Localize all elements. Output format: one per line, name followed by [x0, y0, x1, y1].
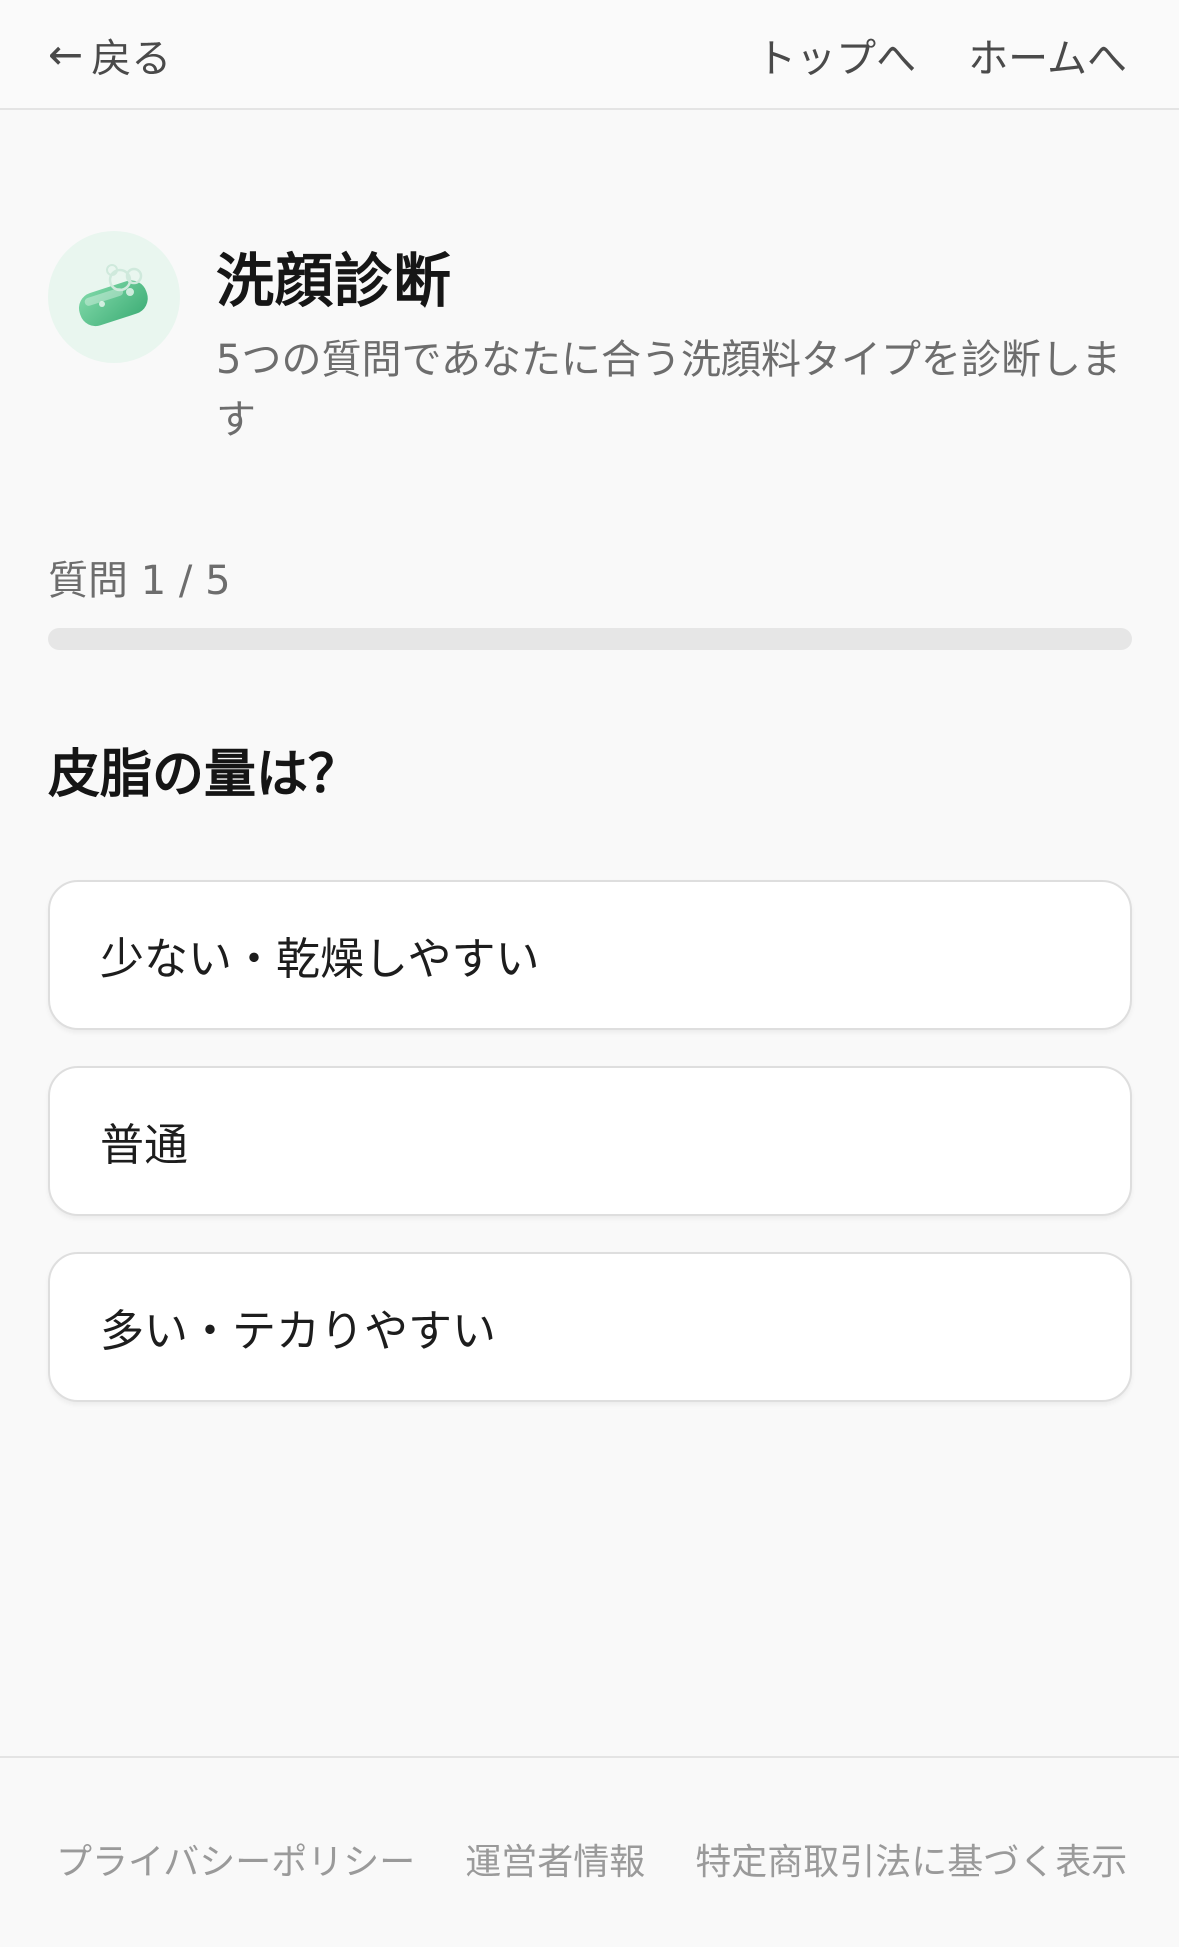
- page-title: 洗顔診断: [216, 247, 453, 315]
- answer-option-normal[interactable]: 普通: [48, 1066, 1132, 1216]
- progress-label: 質問 1 / 5: [48, 558, 231, 604]
- privacy-policy-link[interactable]: プライバシーポリシー: [56, 1833, 415, 1885]
- answer-options: 少ない・乾燥しやすい 普通 多い・テカりやすい: [48, 880, 1132, 1438]
- footer: プライバシーポリシー 運営者情報 特定商取引法に基づく表示: [0, 1756, 1179, 1947]
- page-description: 5つの質問であなたに合う洗顔料タイプを診断します: [216, 337, 1122, 443]
- top-nav-bar: ← 戻る トップへ ホームへ: [0, 0, 1179, 110]
- operator-info-link[interactable]: 運営者情報: [465, 1833, 645, 1885]
- nav-links: トップへ ホームへ: [756, 24, 1127, 86]
- commercial-law-link[interactable]: 特定商取引法に基づく表示: [695, 1833, 1127, 1885]
- progress-bar: [48, 628, 1132, 650]
- back-label: 戻る: [91, 36, 172, 82]
- home-link[interactable]: ホームへ: [968, 26, 1127, 84]
- question-text: 皮脂の量は？: [48, 745, 361, 805]
- soap-icon: [78, 264, 148, 327]
- quiz-page: ← 戻る トップへ ホームへ 洗顔診断 5つの質問であなたに合う洗顔料タイプを診…: [0, 0, 1179, 1947]
- back-arrow-icon: ←: [48, 30, 84, 79]
- footer-links: プライバシーポリシー 運営者情報 特定商取引法に基づく表示: [56, 1833, 1127, 1885]
- soap-icon-badge: [48, 231, 180, 363]
- top-link[interactable]: トップへ: [756, 26, 916, 84]
- back-button[interactable]: ← 戻る: [48, 24, 171, 86]
- answer-option-dry[interactable]: 少ない・乾燥しやすい: [48, 880, 1132, 1030]
- answer-option-oily[interactable]: 多い・テカりやすい: [48, 1252, 1132, 1402]
